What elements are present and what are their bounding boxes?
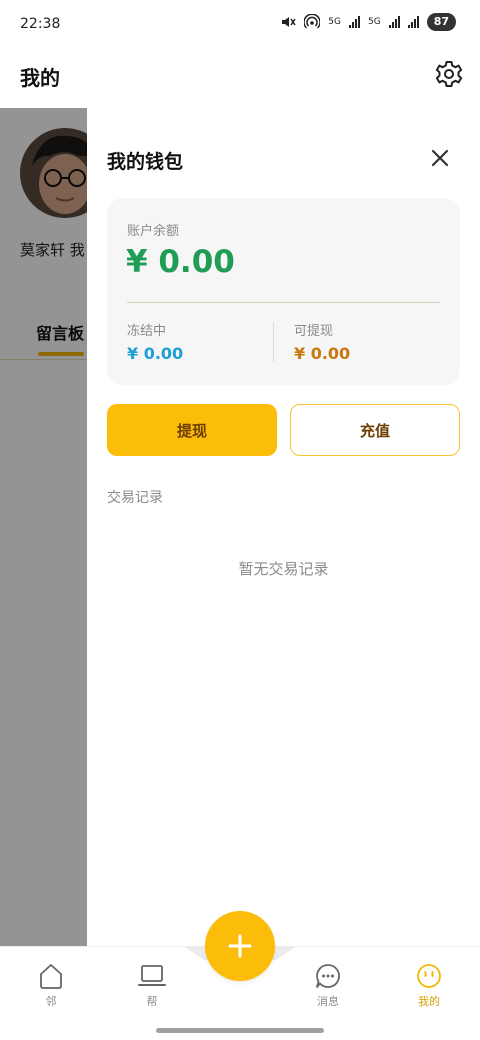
home-indicator[interactable]: [156, 1028, 324, 1033]
status-time: 22:38: [20, 16, 61, 32]
nav-item-me[interactable]: 我的: [399, 961, 459, 1009]
mute-vibrate-icon: [282, 17, 296, 27]
wallet-title: 我的钱包: [107, 151, 184, 173]
available-label: 可提现: [294, 324, 334, 339]
card-divider: [127, 302, 440, 303]
nav-item-neighbor[interactable]: 邻: [21, 961, 81, 1009]
plus-icon: [228, 934, 252, 958]
recharge-button-label: 充值: [359, 421, 390, 440]
balance-value: ¥ 0.00: [126, 244, 235, 280]
withdraw-button-label: 提现: [176, 421, 207, 440]
nav-label-help: 帮: [146, 995, 158, 1008]
status-bar: 22:38 5G 5G 87: [0, 0, 480, 48]
app-header: 我的: [0, 48, 480, 108]
signal-icon: [348, 16, 360, 28]
nav-label-me: 我的: [418, 995, 440, 1008]
available-value: ¥ 0.00: [294, 344, 351, 363]
frozen-label: 冻结中: [127, 324, 167, 339]
status-icons: 5G 5G 87: [280, 13, 456, 31]
withdraw-button[interactable]: 提现: [107, 404, 277, 456]
network-type-1: 5G: [328, 17, 341, 27]
hotspot-icon: [304, 14, 321, 29]
page-title: 我的: [20, 66, 60, 90]
transactions-title: 交易记录: [107, 490, 163, 506]
chat-bubble-icon: [316, 964, 340, 988]
vertical-separator: [273, 322, 274, 362]
balance-card: 账户余额 ¥ 0.00 冻结中 ¥ 0.00 可提现 ¥ 0.00: [107, 198, 460, 385]
battery-indicator: 87: [426, 13, 456, 31]
transactions-empty-state: 暂无交易记录: [238, 560, 329, 578]
balance-label: 账户余额: [127, 224, 180, 239]
frozen-value: ¥ 0.00: [127, 344, 184, 363]
close-icon[interactable]: [428, 146, 452, 170]
wallet-drawer: 我的钱包 账户余额 ¥ 0.00 冻结中 ¥ 0.00 可提现 ¥ 0.00 提…: [87, 108, 480, 946]
nav-item-help[interactable]: 帮: [122, 961, 182, 1009]
nav-item-messages[interactable]: 消息: [298, 961, 358, 1009]
recharge-button[interactable]: 充值: [290, 404, 460, 456]
smiley-face-icon: [417, 964, 441, 988]
add-button[interactable]: [205, 911, 275, 981]
network-type-2: 5G: [367, 17, 381, 27]
home-icon: [40, 964, 62, 989]
laptop-icon: [138, 965, 166, 986]
gear-icon[interactable]: [434, 59, 464, 89]
signal-icon: [407, 16, 419, 28]
nav-label-neighbor: 邻: [45, 995, 57, 1008]
nav-label-messages: 消息: [317, 995, 339, 1008]
signal-icon: [388, 16, 400, 28]
